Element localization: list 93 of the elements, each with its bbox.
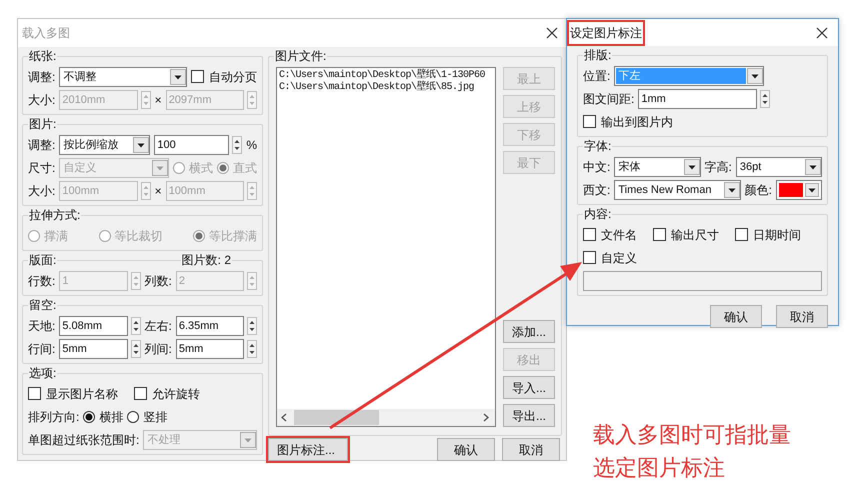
dialog-button[interactable]: 取消 xyxy=(776,305,828,328)
spinner-icon[interactable] xyxy=(247,316,257,334)
spinner-icon[interactable] xyxy=(760,90,770,108)
dropdown[interactable]: 按比例缩放 xyxy=(59,134,150,154)
dialog-button[interactable]: 添加... xyxy=(503,320,555,343)
group-label: 留空: xyxy=(28,297,58,313)
horizontal-scrollbar[interactable] xyxy=(277,409,495,426)
dialog-button[interactable]: 导出... xyxy=(503,404,555,427)
dialog-button[interactable]: 导入... xyxy=(503,376,555,399)
dropdown[interactable]: 不调整 xyxy=(59,66,187,86)
spin-field[interactable]: 5mm xyxy=(176,338,244,358)
checkbox-label: 允许旋转 xyxy=(152,386,200,402)
close-icon[interactable] xyxy=(816,26,828,38)
spin-field[interactable]: 1mm xyxy=(638,88,758,108)
checkbox[interactable] xyxy=(583,251,596,264)
field-label: 排列方向: xyxy=(28,408,80,426)
radio-label: 横式 xyxy=(189,160,213,176)
radio-label: 撑满 xyxy=(44,228,68,244)
radio-label: 横排 xyxy=(99,408,124,426)
dialog-button[interactable]: 确认 xyxy=(437,438,495,461)
group-label: 图片: xyxy=(28,116,58,132)
radio-label: 竖排 xyxy=(143,408,168,426)
radio-button[interactable] xyxy=(83,410,96,422)
field-label: 调整: xyxy=(28,68,56,86)
checkbox[interactable] xyxy=(583,115,596,128)
checkbox[interactable] xyxy=(134,387,147,400)
field-label: 左右: xyxy=(144,318,172,334)
window-title: 载入多图 xyxy=(22,25,70,42)
close-icon[interactable] xyxy=(546,27,558,39)
group-label: 内容: xyxy=(583,206,612,222)
spinner-icon[interactable] xyxy=(130,340,140,358)
dropdown[interactable]: Times New Roman xyxy=(614,180,741,200)
checkbox[interactable] xyxy=(735,228,748,241)
radio-label: 直式 xyxy=(233,160,257,176)
field-label: × xyxy=(154,182,162,200)
field-label: 尺寸: xyxy=(28,160,56,176)
spinner-icon[interactable] xyxy=(130,316,140,334)
spin-field[interactable]: 5mm xyxy=(59,338,128,358)
dropdown[interactable]: 36pt xyxy=(736,156,822,176)
field-label: 行数: xyxy=(28,272,56,290)
spin-field[interactable]: 6.35mm xyxy=(176,316,244,336)
field-label: 列间: xyxy=(144,340,172,358)
field-label: 图文间距: xyxy=(583,90,634,108)
field-label: 单图超过纸张范围时: xyxy=(28,432,140,448)
field-label: 天地: xyxy=(28,318,56,334)
radio-label: 等比撑满 xyxy=(209,228,257,244)
dialog-button[interactable]: 图片标注... xyxy=(268,438,348,461)
spin-field[interactable]: 5.08mm xyxy=(59,316,128,336)
file-list-item[interactable]: C:\Users\maintop\Desktop\壁纸\1-130P60 xyxy=(279,70,495,82)
checkbox[interactable] xyxy=(191,70,204,83)
file-list[interactable]: C:\Users\maintop\Desktop\壁纸\1-130P60 C:\Users\maintop\Desktop\壁纸\85.jpg xyxy=(276,67,496,427)
field-label: 颜色: xyxy=(744,182,772,198)
group-label: 图片文件: xyxy=(274,48,328,64)
checkbox-label: 自定义 xyxy=(601,250,637,266)
field-label: % xyxy=(246,136,258,154)
dropdown[interactable]: 宋体 xyxy=(614,156,700,176)
checkbox-label: 自动分页 xyxy=(209,68,257,86)
group-label: 版面: xyxy=(28,252,58,268)
field-label: × xyxy=(154,92,162,108)
field-label: 行间: xyxy=(28,340,56,358)
color-picker[interactable] xyxy=(776,180,822,200)
group-label: 纸张: xyxy=(28,48,58,64)
checkbox-label: 日期时间 xyxy=(753,226,801,244)
group-label: 选项: xyxy=(28,365,58,381)
group-label: 排版: xyxy=(583,47,612,63)
field-label: 调整: xyxy=(28,136,56,154)
checkbox[interactable] xyxy=(653,228,666,241)
dialog-button[interactable]: 确认 xyxy=(710,305,762,328)
checkbox-label: 显示图片名称 xyxy=(46,386,118,402)
spinner-icon[interactable] xyxy=(247,340,257,358)
picture-count: 图片数: 2 xyxy=(180,252,232,268)
group-label: 字体: xyxy=(583,138,612,154)
field-label: 列数: xyxy=(144,272,172,290)
checkbox[interactable] xyxy=(28,387,41,400)
window-title: 设定图片标注 xyxy=(567,20,645,46)
checkbox-label: 文件名 xyxy=(601,226,637,244)
group-label: 拉伸方式: xyxy=(28,207,82,223)
dialog-button[interactable]: 取消 xyxy=(502,438,560,461)
spinner-icon[interactable] xyxy=(232,136,242,154)
radio-button[interactable] xyxy=(127,410,140,422)
field-label: 位置: xyxy=(583,68,610,84)
field-label: 大小: xyxy=(28,92,56,108)
checkbox-label: 输出到图片内 xyxy=(601,114,673,130)
field-label: 中文: xyxy=(583,158,610,176)
radio-label: 等比裁切 xyxy=(114,228,162,244)
field-label: 大小: xyxy=(28,182,56,200)
checkbox[interactable] xyxy=(583,228,596,241)
field-label: 西文: xyxy=(583,182,610,198)
spin-field[interactable]: 100 xyxy=(154,134,230,154)
checkbox-label: 输出尺寸 xyxy=(671,226,719,244)
annotation-text: 载入多图时可指批量选定图片标注 xyxy=(593,421,792,482)
field-label: 字高: xyxy=(704,158,732,176)
file-list-item[interactable]: C:\Users\maintop\Desktop\壁纸\85.jpg xyxy=(279,82,495,94)
